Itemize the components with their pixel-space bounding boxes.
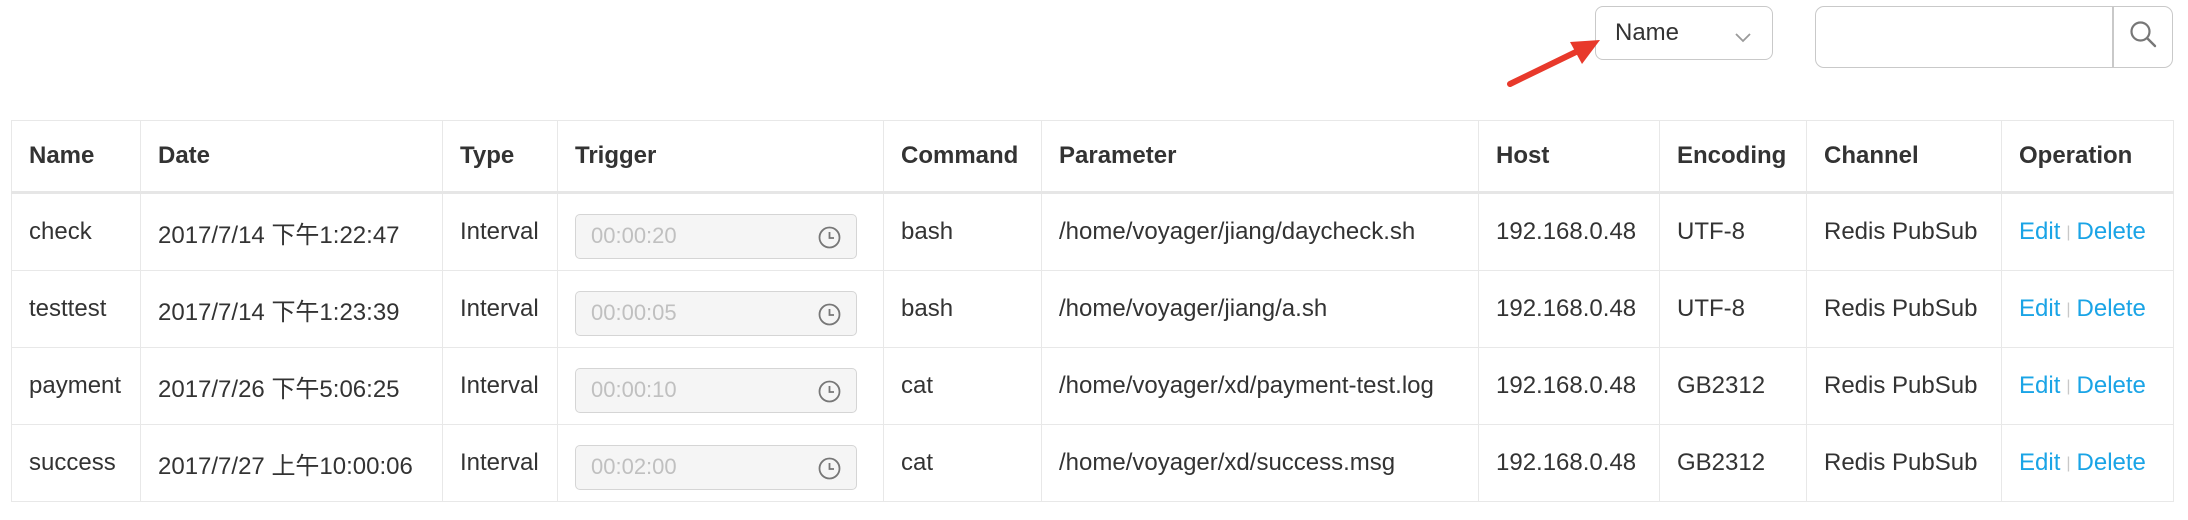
cell-parameter: /home/voyager/jiang/a.sh [1041, 270, 1479, 348]
header-type: Type [442, 120, 558, 194]
cell-channel: Redis PubSub [1806, 270, 2002, 348]
table-row: testtest 2017/7/14 下午1:23:39 Interval 00… [11, 270, 2174, 348]
header-encoding: Encoding [1659, 120, 1807, 194]
header-host: Host [1478, 120, 1660, 194]
table-header-row: Name Date Type Trigger Command Parameter… [11, 120, 2174, 194]
cell-parameter: /home/voyager/xd/success.msg [1041, 424, 1479, 502]
edit-link[interactable]: Edit [2019, 449, 2060, 476]
filter-field-selected: Name [1615, 19, 1680, 46]
cell-host: 192.168.0.48 [1478, 192, 1660, 271]
operation-separator: | [2066, 301, 2071, 318]
delete-link[interactable]: Delete [2077, 218, 2146, 245]
cell-encoding: UTF-8 [1659, 192, 1807, 271]
operation-separator: | [2066, 455, 2071, 472]
header-operation: Operation [2001, 120, 2174, 194]
header-trigger: Trigger [557, 120, 884, 194]
cell-name: payment [11, 347, 141, 425]
cell-date: 2017/7/14 下午1:23:39 [140, 270, 443, 348]
header-parameter: Parameter [1041, 120, 1479, 194]
trigger-value: 00:00:05 [591, 300, 677, 325]
cell-type: Interval [442, 192, 558, 271]
cell-channel: Redis PubSub [1806, 192, 2002, 271]
cell-type: Interval [442, 347, 558, 425]
trigger-time-field[interactable]: 00:00:05 [575, 290, 857, 336]
cell-operation: Edit | Delete [2001, 270, 2174, 348]
trigger-value: 00:00:10 [591, 377, 677, 402]
cell-trigger: 00:00:20 [557, 192, 884, 271]
filter-field-select[interactable]: Name [1595, 6, 1773, 60]
clock-icon [817, 456, 842, 487]
cell-type: Interval [442, 270, 558, 348]
trigger-time-field[interactable]: 00:00:10 [575, 367, 857, 413]
cell-channel: Redis PubSub [1806, 424, 2002, 502]
cell-command: bash [883, 270, 1042, 348]
header-command: Command [883, 120, 1042, 194]
edit-link[interactable]: Edit [2019, 372, 2060, 399]
cell-type: Interval [442, 424, 558, 502]
operation-separator: | [2066, 378, 2071, 395]
cell-name: success [11, 424, 141, 502]
edit-link[interactable]: Edit [2019, 218, 2060, 245]
edit-link[interactable]: Edit [2019, 295, 2060, 322]
cell-host: 192.168.0.48 [1478, 270, 1660, 348]
clock-icon [817, 302, 842, 333]
cell-trigger: 00:02:00 [557, 424, 884, 502]
red-arrow [1507, 40, 1600, 87]
trigger-time-field[interactable]: 00:00:20 [575, 213, 857, 259]
trigger-time-field[interactable]: 00:02:00 [575, 444, 857, 490]
header-name: Name [11, 120, 141, 194]
cell-operation: Edit | Delete [2001, 347, 2174, 425]
search-input[interactable] [1816, 7, 2112, 67]
clock-icon [817, 379, 842, 410]
cell-name: check [11, 192, 141, 271]
trigger-value: 00:02:00 [591, 454, 677, 479]
operation-separator: | [2066, 224, 2071, 241]
cell-command: cat [883, 424, 1042, 502]
cell-date: 2017/7/14 下午1:22:47 [140, 192, 443, 271]
cell-trigger: 00:00:10 [557, 347, 884, 425]
cell-operation: Edit | Delete [2001, 192, 2174, 271]
header-channel: Channel [1806, 120, 2002, 194]
delete-link[interactable]: Delete [2077, 372, 2146, 399]
delete-link[interactable]: Delete [2077, 295, 2146, 322]
cell-encoding: GB2312 [1659, 347, 1807, 425]
chevron-down-icon [1734, 23, 1752, 51]
cell-operation: Edit | Delete [2001, 424, 2174, 502]
table-row: payment 2017/7/26 下午5:06:25 Interval 00:… [11, 347, 2174, 425]
cell-encoding: UTF-8 [1659, 270, 1807, 348]
search-button[interactable] [2113, 7, 2172, 67]
table-row: check 2017/7/14 下午1:22:47 Interval 00:00… [11, 192, 2174, 271]
trigger-value: 00:00:20 [591, 223, 677, 248]
cell-channel: Redis PubSub [1806, 347, 2002, 425]
cell-date: 2017/7/26 下午5:06:25 [140, 347, 443, 425]
cell-host: 192.168.0.48 [1478, 347, 1660, 425]
cell-command: bash [883, 192, 1042, 271]
cell-name: testtest [11, 270, 141, 348]
table-row: success 2017/7/27 上午10:00:06 Interval 00… [11, 424, 2174, 502]
cell-encoding: GB2312 [1659, 424, 1807, 502]
cell-date: 2017/7/27 上午10:00:06 [140, 424, 443, 502]
cell-parameter: /home/voyager/jiang/daycheck.sh [1041, 192, 1479, 271]
clock-icon [817, 225, 842, 256]
cell-trigger: 00:00:05 [557, 270, 884, 348]
header-date: Date [140, 120, 443, 194]
search-icon [2128, 19, 2158, 56]
cell-host: 192.168.0.48 [1478, 424, 1660, 502]
search-box [1815, 6, 2173, 68]
cell-parameter: /home/voyager/xd/payment-test.log [1041, 347, 1479, 425]
cell-command: cat [883, 347, 1042, 425]
delete-link[interactable]: Delete [2077, 449, 2146, 476]
jobs-table: Name Date Type Trigger Command Parameter… [11, 120, 2174, 502]
